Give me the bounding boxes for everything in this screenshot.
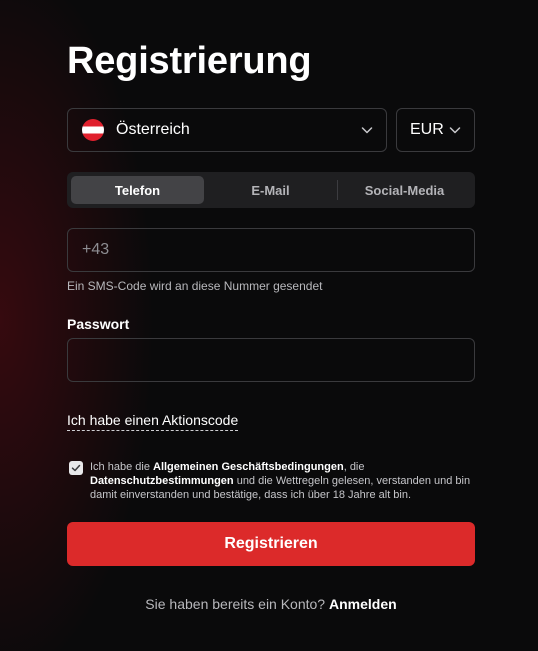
terms-link-privacy[interactable]: Datenschutzbestimmungen: [90, 475, 234, 487]
password-label: Passwort: [67, 316, 130, 332]
promo-code-link[interactable]: Ich habe einen Aktionscode: [67, 412, 239, 431]
login-link[interactable]: Anmelden: [329, 596, 397, 612]
terms-prefix: Ich habe die: [90, 461, 153, 473]
austria-flag-icon: [82, 119, 104, 141]
currency-select-value: EUR: [410, 121, 444, 138]
terms-checkbox[interactable]: [69, 461, 83, 475]
currency-select[interactable]: EUR: [396, 108, 475, 152]
login-prompt: Sie haben bereits ein Konto? Anmelden: [67, 596, 475, 612]
terms-link-agb[interactable]: Allgemeinen Geschäftsbedingungen: [153, 461, 344, 473]
phone-input[interactable]: +43: [67, 228, 475, 272]
chevron-down-icon: [449, 127, 461, 134]
page-title: Registrierung: [67, 40, 312, 82]
terms-text: Ich habe die Allgemeinen Geschäftsbeding…: [90, 460, 475, 502]
checkmark-icon: [71, 464, 81, 472]
registration-method-tabs: Telefon E-Mail Social-Media: [67, 172, 475, 208]
password-input[interactable]: [67, 338, 475, 382]
login-text: Sie haben bereits ein Konto?: [145, 596, 326, 612]
country-select-value: Österreich: [116, 121, 190, 138]
terms-mid: , die: [343, 461, 365, 473]
tab-social-media[interactable]: Social-Media: [338, 176, 471, 204]
tab-email[interactable]: E-Mail: [204, 176, 337, 204]
phone-input-placeholder: +43: [82, 241, 110, 258]
country-select[interactable]: Österreich: [67, 108, 387, 152]
phone-hint: Ein SMS-Code wird an diese Nummer gesend…: [67, 279, 323, 293]
register-button[interactable]: Registrieren: [67, 522, 475, 566]
chevron-down-icon: [361, 127, 373, 134]
tab-telefon[interactable]: Telefon: [71, 176, 204, 204]
